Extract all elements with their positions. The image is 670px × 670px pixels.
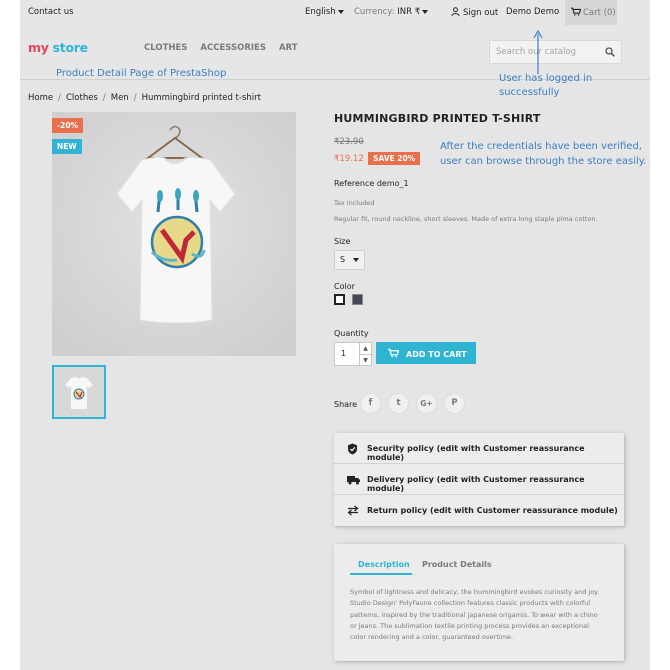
quantity-stepper[interactable]: 1 ▲ ▼ [334,342,372,366]
language-selector[interactable]: English [305,7,344,17]
nav-item-art[interactable]: ART [279,43,298,53]
tab-product-details[interactable]: Product Details [422,560,492,569]
language-label: English [305,7,336,17]
truck-icon [347,476,360,485]
cart-label: Cart (0) [583,8,616,18]
description-line: color rendering and a color, guaranteed … [350,633,514,642]
chevron-down-icon [337,9,344,14]
description-line: or jeans. The sublimation textile printi… [350,621,589,630]
cart-button[interactable]: Cart (0) [565,0,617,25]
product-reference: Reference demo_1 [334,179,409,188]
contact-link[interactable]: Contact us [28,7,74,17]
page-annotation: Product Detail Page of PrestaShop [56,68,227,79]
login-annotation: User has logged in successfully [499,72,592,100]
chevron-down-icon [422,9,429,14]
annotation-arrow-icon [533,30,543,74]
main-nav: CLOTHES ACCESSORIES ART [144,43,308,53]
verify-annotation: After the credentials have been verified… [440,139,646,169]
chevron-down-icon [353,257,360,262]
color-label: Color [334,282,355,291]
tshirt-image [52,112,296,356]
nav-item-clothes[interactable]: CLOTHES [144,43,187,53]
current-price: ₹19.12 [334,154,364,164]
login-note-line-1: User has logged in [499,73,593,84]
account-link[interactable]: Demo Demo [506,7,559,17]
size-label: Size [334,237,351,246]
quantity-label: Quantity [334,329,369,338]
description-line: Studio Design' PolyFaune collection feat… [350,599,591,608]
product-main-image[interactable] [52,112,296,356]
reassurance-delivery: Delivery policy (edit with Customer reas… [334,464,624,495]
breadcrumb-current: Hummingbird printed t-shirt [141,93,261,103]
currency-selector[interactable]: Currency: INR ₹ [354,7,429,17]
reassurance-delivery-label: Delivery policy (edit with Customer reas… [367,475,585,493]
verify-note-line-1: After the credentials have been verified… [440,141,642,152]
page: Contact us English Currency: INR ₹ Sign … [0,0,670,670]
quantity-value: 1 [341,349,347,358]
currency-value: INR ₹ [397,7,421,17]
save-badge: SAVE 20% [368,152,421,165]
size-select[interactable]: S [334,250,365,270]
tshirt-thumbnail-image [54,367,104,417]
color-swatch-white[interactable] [334,294,345,305]
verify-note-line-2: user can browse through the store easily… [440,156,647,167]
reassurance-return: Return policy (edit with Customer reassu… [334,495,624,526]
sign-out-label: Sign out [463,8,499,18]
product-tabs: Description Product Details Symbol of li… [334,544,624,661]
product-title: HUMMINGBIRD PRINTED T-SHIRT [334,112,541,125]
reassurance-security: Security policy (edit with Customer reas… [334,433,624,464]
search-input[interactable]: Search our catalog [489,40,622,64]
cart-icon [388,348,400,358]
google-plus-share-icon[interactable]: G+ [416,393,437,414]
breadcrumb-men[interactable]: Men [111,93,129,103]
new-flag: NEW [52,139,82,154]
logo-my: my [28,40,49,55]
description-line: Symbol of lightness and delicacy, the hu… [350,588,600,596]
twitter-share-icon[interactable]: t [388,393,409,414]
breadcrumb-clothes[interactable]: Clothes [66,93,98,103]
add-to-cart-button[interactable]: ADD TO CART [376,342,476,364]
add-to-cart-label: ADD TO CART [406,350,467,359]
short-description: Regular fit, round neckline, short sleev… [334,215,598,223]
swap-arrows-icon [347,505,359,516]
description-line: patterns, inspired by the traditional ja… [350,610,598,619]
top-bar: Contact us English Currency: INR ₹ Sign … [20,0,650,25]
reassurance-block: Security policy (edit with Customer reas… [334,433,624,526]
discount-flag: -20% [52,118,84,133]
share-label: Share [334,400,358,409]
color-swatch-black[interactable] [352,294,363,305]
nav-item-accessories[interactable]: ACCESSORIES [200,43,266,53]
facebook-share-icon[interactable]: f [360,393,381,414]
product-thumbnail[interactable] [52,365,106,419]
tax-note: Tax included [334,199,375,207]
reassurance-security-label: Security policy (edit with Customer reas… [367,444,585,462]
user-icon [451,7,460,17]
search-icon[interactable] [605,47,615,57]
tab-description[interactable]: Description [358,560,410,569]
quantity-spinner: ▲ ▼ [359,343,371,365]
currency-label: Currency: [354,7,395,17]
shield-check-icon [348,443,357,455]
breadcrumb: Home / Clothes / Men / Hummingbird printed t-s… [28,93,261,103]
quantity-up-icon[interactable]: ▲ [360,343,371,355]
breadcrumb-home[interactable]: Home [28,93,53,103]
cart-icon [571,7,582,16]
sign-out-link[interactable]: Sign out [451,7,498,18]
login-note-line-2: successfully [499,87,560,98]
old-price: ₹23.90 [334,137,364,147]
quantity-down-icon[interactable]: ▼ [360,355,371,366]
size-value: S [340,255,346,264]
active-tab-indicator [350,573,412,575]
logo-store: store [52,40,88,55]
reassurance-return-label: Return policy (edit with Customer reassu… [367,506,618,515]
description-text: Symbol of lightness and delicacy, the hu… [350,587,610,643]
store-logo[interactable]: my store [28,40,88,55]
pinterest-share-icon[interactable]: P [444,393,465,414]
